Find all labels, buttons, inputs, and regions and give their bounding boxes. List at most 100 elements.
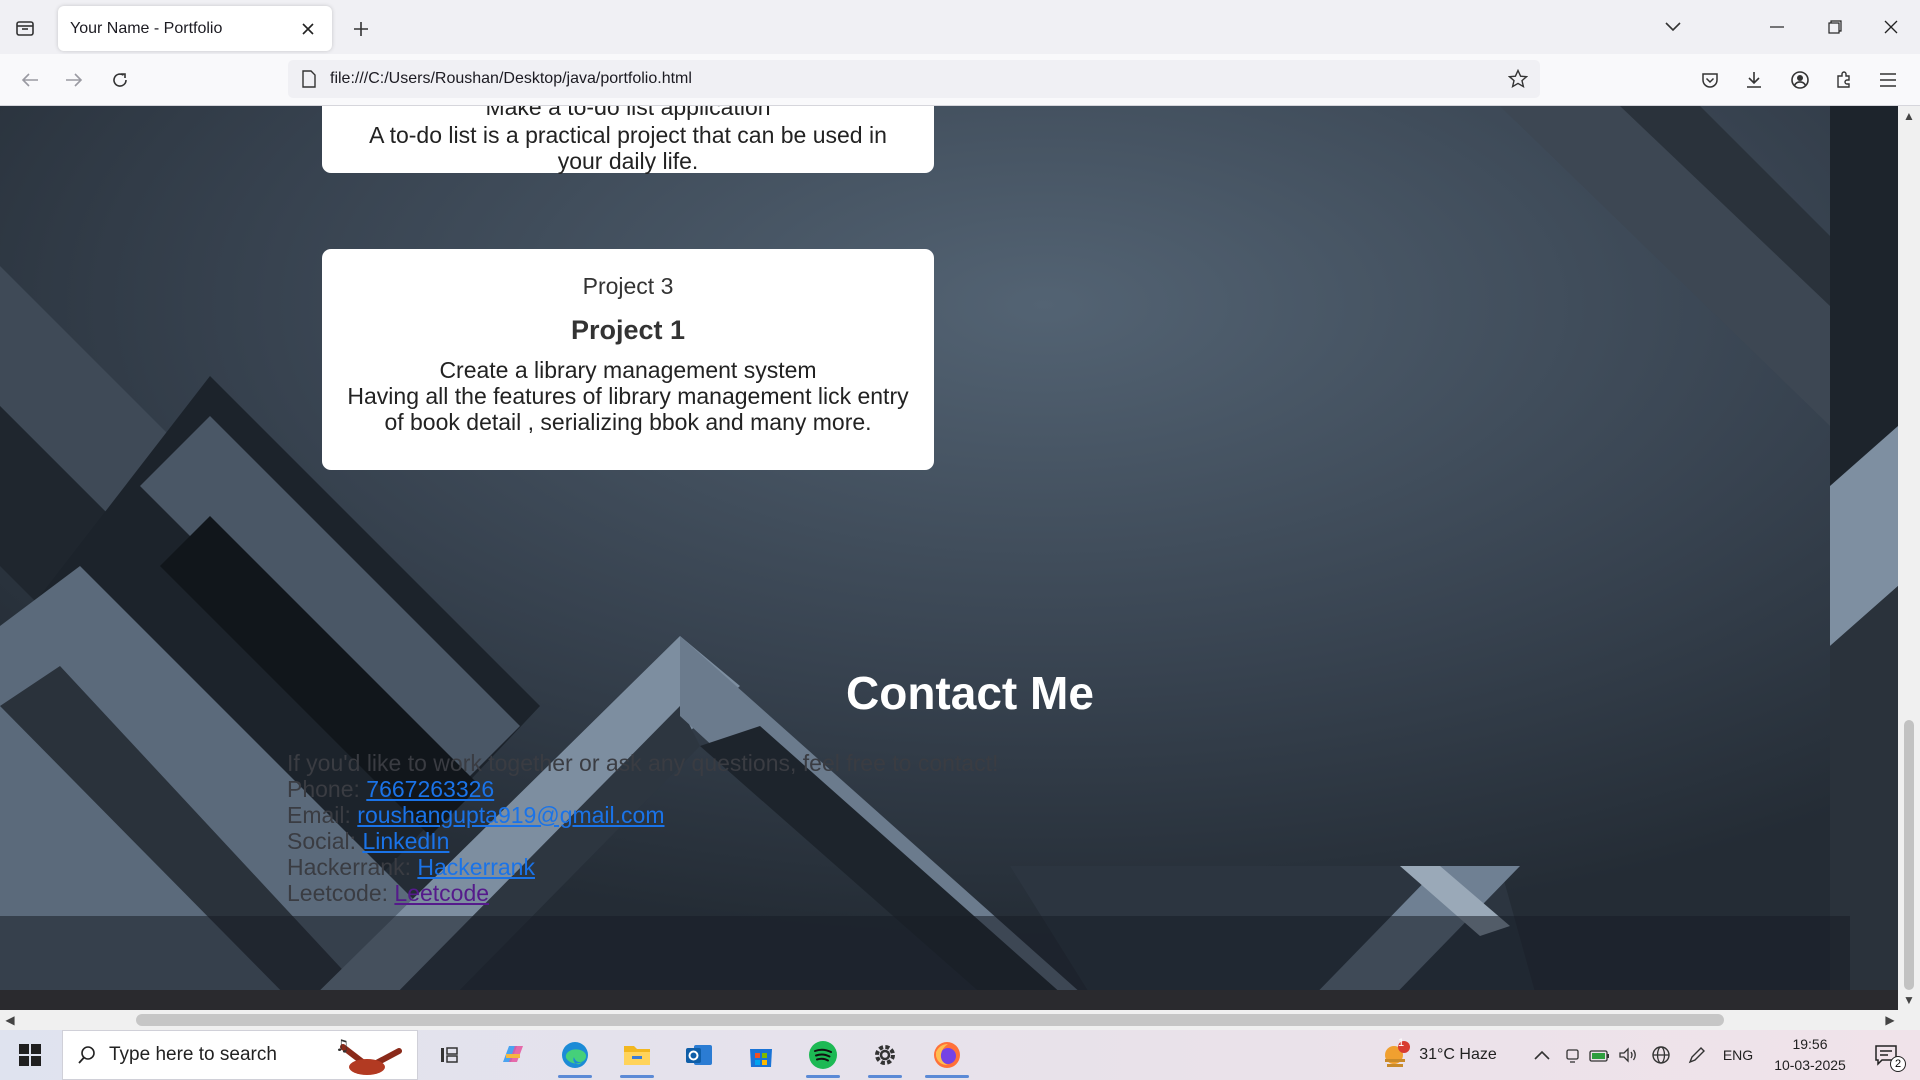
pocket-icon [1702,73,1718,88]
puzzle-icon [1837,71,1850,88]
url-bar[interactable]: file:///C:/Users/Roushan/Desktop/java/po… [288,60,1540,98]
tab-close-button[interactable] [296,17,320,41]
taskbar-settings[interactable] [860,1030,910,1080]
extensions-button[interactable] [1828,64,1860,96]
taskbar-store[interactable] [736,1030,786,1080]
close-icon [302,22,314,35]
leetcode-label: Leetcode: [287,880,389,906]
taskbar-file-explorer[interactable] [612,1030,662,1080]
downloads-button[interactable] [1738,64,1770,96]
page-viewport: Make a to-do list application A to-do li… [0,106,1898,1010]
vertical-scrollbar[interactable]: ▲ ▼ [1898,106,1920,1010]
email-link[interactable]: roushangupta919@gmail.com [357,802,664,828]
network-button[interactable] [1648,1030,1674,1080]
windows-logo-icon [19,1044,41,1066]
taskbar-spotify[interactable] [798,1030,848,1080]
list-all-tabs-button[interactable] [1650,10,1696,44]
taskbar-edge[interactable] [550,1030,600,1080]
page-icon [302,70,316,88]
project-description: A to-do list is a practical project that… [369,122,887,174]
weather-text: 31°C Haze [1419,1046,1497,1063]
project-description: Having all the features of library manag… [347,383,909,435]
forward-button[interactable] [58,64,90,96]
close-icon [1884,20,1898,34]
project-card-3: Project 3 Project 1 Create a library man… [322,249,934,470]
task-view-button[interactable] [432,1030,468,1080]
project-card-2: Make a to-do list application A to-do li… [322,106,934,174]
contact-intro: If you'd like to work together or ask an… [287,750,999,776]
weather-badge: 1 [1397,1037,1405,1049]
chevron-up-icon [1534,1050,1550,1060]
vertical-scroll-thumb[interactable] [1904,720,1914,990]
leetcode-link[interactable]: Leetcode [394,880,489,906]
restore-button[interactable] [1812,10,1858,44]
hackerrank-label: Hackerrank: [287,854,411,880]
battery-button[interactable] [1588,1030,1612,1080]
contact-social-row: Social: LinkedIn [287,828,998,854]
clock[interactable]: 19:56 10-03-2025 [1768,1034,1852,1076]
volume-button[interactable] [1616,1030,1640,1080]
scroll-up-arrow-icon[interactable]: ▲ [1901,108,1917,124]
url-text[interactable]: file:///C:/Users/Roushan/Desktop/java/po… [330,70,692,88]
close-window-button[interactable] [1868,10,1914,44]
weather-widget[interactable]: 1 31°C Haze [1374,1030,1504,1080]
horizontal-scrollbar[interactable]: ◀ ▶ [0,1010,1920,1030]
battery-icon [1589,1050,1609,1062]
reload-icon [113,73,127,87]
firefox-icon [934,1042,960,1068]
start-button[interactable] [8,1030,52,1080]
contact-hackerrank-row: Hackerrank: Hackerrank [287,854,998,880]
app-running-indicator [620,1075,654,1078]
bookmark-star-button[interactable] [1506,67,1530,91]
restore-icon [1828,20,1842,34]
app-running-indicator [806,1075,840,1078]
phone-link[interactable]: 7667263326 [366,776,494,802]
project-label: Project 3 [582,273,674,299]
linkedin-link[interactable]: LinkedIn [362,828,449,854]
notification-center-button[interactable]: 2 [1866,1030,1906,1080]
account-icon [1791,71,1809,89]
app-menu-button[interactable] [1872,64,1904,96]
hackerrank-link[interactable]: Hackerrank [417,854,535,880]
spotify-icon [809,1041,837,1069]
contact-email-row: Email: roushangupta919@gmail.com [287,802,998,828]
scroll-right-arrow-icon[interactable]: ▶ [1882,1012,1898,1028]
search-placeholder: Type here to search [109,1044,277,1065]
phone-label: Phone: [287,776,360,802]
windows-taskbar: Type here to search ♫ 1 31°C Haze ENG 19… [0,1030,1920,1080]
horizontal-scroll-thumb[interactable] [136,1014,1724,1026]
input-language-button[interactable]: ENG [1718,1030,1758,1080]
back-button[interactable] [14,64,46,96]
tab-strip: Your Name - Portfolio [0,0,1920,54]
taskbar-outlook[interactable] [674,1030,724,1080]
pen-icon [1688,1047,1705,1064]
notification-count-badge: 2 [1890,1056,1906,1072]
pocket-button[interactable] [1694,64,1726,96]
contact-heading: Contact Me [846,667,1094,719]
search-highlight-icon: ♫ [335,1037,402,1075]
svg-text:♫: ♫ [335,1037,349,1055]
arrow-left-icon [21,73,38,87]
scroll-left-arrow-icon[interactable]: ◀ [2,1012,18,1028]
tab-active[interactable]: Your Name - Portfolio [58,6,332,51]
taskbar-copilot[interactable] [488,1030,538,1080]
firefox-view-button[interactable] [10,14,40,42]
chevron-down-icon [1665,22,1681,32]
pen-workspace-button[interactable] [1684,1030,1710,1080]
camera-icon [1566,1049,1579,1063]
new-tab-button[interactable] [346,14,376,44]
scroll-down-arrow-icon[interactable]: ▼ [1901,992,1917,1008]
clock-time: 19:56 [1792,1036,1828,1052]
star-icon [1508,69,1528,89]
language-text: ENG [1722,1047,1754,1063]
contact-leetcode-row: Leetcode: Leetcode [287,880,998,906]
globe-icon [1652,1046,1670,1064]
folder-icon [624,1046,650,1065]
reload-button[interactable] [104,64,136,96]
taskbar-search-box[interactable]: Type here to search ♫ [62,1030,418,1080]
account-button[interactable] [1784,64,1816,96]
taskbar-firefox[interactable] [922,1030,972,1080]
show-hidden-icons-button[interactable] [1530,1030,1554,1080]
minimize-button[interactable] [1754,10,1800,44]
meet-now-button[interactable] [1562,1030,1584,1080]
